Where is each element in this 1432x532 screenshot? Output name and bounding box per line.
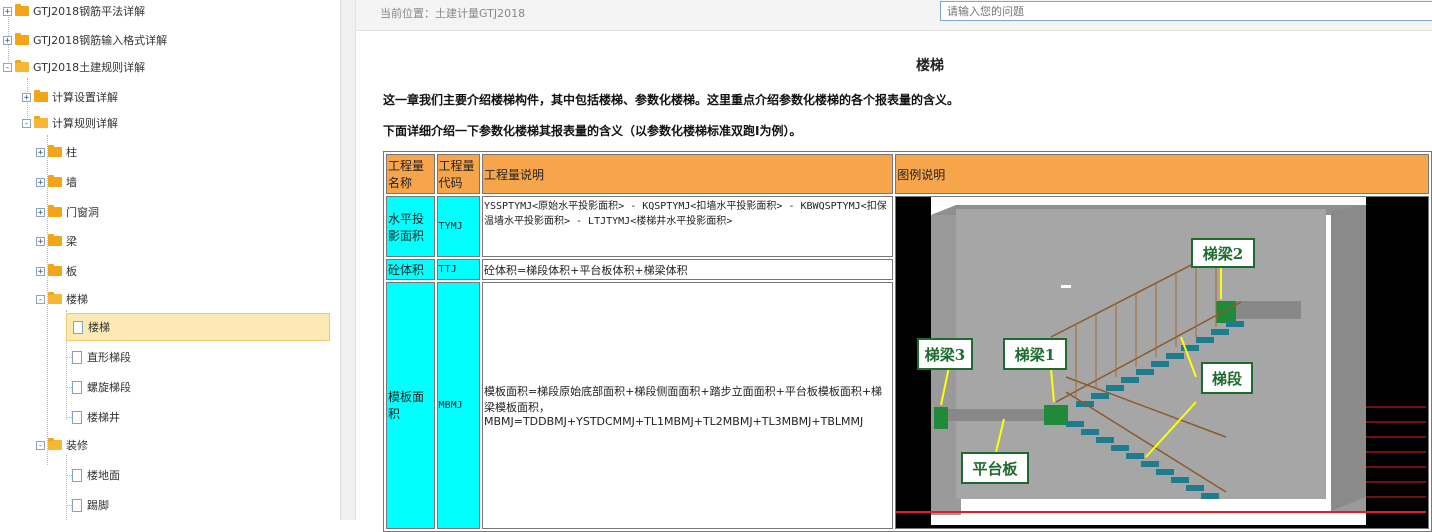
folder-open-icon: [48, 292, 62, 304]
tree-item-calc-rules[interactable]: - 计算规则详解: [22, 112, 118, 134]
column-header: 工程量说明: [481, 154, 894, 194]
expand-toggle-icon[interactable]: +: [3, 35, 12, 45]
expand-toggle-icon[interactable]: +: [36, 147, 45, 157]
tree-item-label: 装修: [66, 439, 88, 452]
tree-item-label: 踢脚: [87, 499, 109, 512]
tree-item-slab[interactable]: + 板: [36, 260, 77, 282]
tree-item-label: 楼地面: [87, 469, 120, 482]
tree-item-label: 计算设置详解: [52, 91, 118, 104]
collapse-toggle-icon[interactable]: -: [3, 62, 12, 72]
tree-item-label: 门窗洞: [66, 206, 99, 219]
tree-item-label: GTJ2018钢筋平法详解: [33, 5, 146, 18]
tree-item-label: 梁: [66, 235, 77, 248]
tree-item-gtj2018-rebar-input[interactable]: + GTJ2018钢筋输入格式详解: [3, 29, 167, 51]
tree-item-label: 楼梯: [66, 293, 88, 306]
expand-toggle-icon[interactable]: +: [36, 236, 45, 246]
quantity-desc-cell: 模板面积=梯段原始底部面积+梯段侧面面积+踏步立面面积+平台板模板面积+梯梁模板…: [481, 281, 894, 529]
quantity-table: 工程量名称 工程量代码 工程量说明 图例说明 水平投影面积 TYMJ YSSPT…: [383, 151, 1432, 532]
collapse-toggle-icon[interactable]: -: [36, 440, 45, 450]
tree-item-beam[interactable]: + 梁: [36, 230, 77, 252]
tree-item-label: 板: [66, 265, 77, 278]
quantity-code-cell: MBMJ: [436, 281, 480, 529]
page-title: 楼梯: [916, 58, 944, 74]
tree-item-label: GTJ2018钢筋输入格式详解: [33, 34, 168, 47]
quantity-desc-cell: 砼体积=梯段体积+平台板体积+梯梁体积: [481, 259, 894, 280]
folder-open-icon: [15, 60, 29, 72]
tree-item-label: 螺旋梯段: [87, 381, 131, 394]
folder-icon: [48, 175, 62, 187]
tree-item-label: 直形梯段: [87, 351, 131, 364]
tree-item-wall[interactable]: + 墙: [36, 171, 77, 193]
tree-item-label: 柱: [66, 146, 77, 159]
intro-paragraph: 这一章我们主要介绍楼梯构件，其中包括楼梯、参数化楼梯。这里重点介绍参数化楼梯的各…: [383, 93, 960, 107]
tree-item-gtj2018-rebar-flat[interactable]: + GTJ2018钢筋平法详解: [3, 0, 145, 22]
tree-item-floor[interactable]: 楼地面: [72, 464, 120, 486]
beam1-label: 梯梁1: [1015, 346, 1055, 364]
folder-icon: [48, 205, 62, 217]
document-icon: [72, 380, 82, 394]
folder-icon: [15, 4, 29, 16]
folder-open-icon: [34, 116, 48, 128]
search-input[interactable]: [940, 1, 1432, 21]
folder-icon: [15, 33, 29, 45]
tree-item-calc-settings[interactable]: + 计算设置详解: [22, 86, 118, 108]
quantity-name-cell: 模板面积: [386, 281, 435, 529]
column-header: 工程量名称: [386, 154, 435, 194]
document-icon: [72, 350, 82, 364]
expand-toggle-icon[interactable]: +: [36, 266, 45, 276]
folder-icon: [48, 264, 62, 276]
top-bar: 当前位置：土建计量GTJ2018: [356, 0, 1432, 31]
tree-item-label: 楼梯: [88, 321, 110, 334]
figure-cell: 梯梁2 梯梁3 梯梁1 梯段 平台板: [895, 196, 1429, 529]
sidebar-tree: + GTJ2018钢筋平法详解 + GTJ2018钢筋输入格式详解 - GTJ2…: [0, 0, 341, 520]
main-content: 楼梯 这一章我们主要介绍楼梯构件，其中包括楼梯、参数化楼梯。这里重点介绍参数化楼…: [356, 31, 1432, 532]
tree-item-column[interactable]: + 柱: [36, 141, 77, 163]
tree-item-label: 墙: [66, 176, 77, 189]
beam3-label: 梯梁3: [925, 346, 965, 364]
sidebar-scrollbar[interactable]: [341, 0, 356, 520]
table-row: 水平投影面积 TYMJ YSSPTYMJ<原始水平投影面积> - KQSPTYM…: [386, 196, 1429, 529]
tree-item-skirting[interactable]: 踢脚: [72, 494, 109, 516]
platform-label: 平台板: [973, 460, 1019, 478]
collapse-toggle-icon[interactable]: -: [36, 294, 45, 304]
collapse-toggle-icon[interactable]: -: [22, 118, 31, 128]
document-icon: [72, 468, 82, 482]
tree-item-finishing[interactable]: - 装修: [36, 434, 88, 456]
tree-item-door-window[interactable]: + 门窗洞: [36, 201, 99, 223]
expand-toggle-icon[interactable]: +: [22, 92, 31, 102]
breadcrumb: 当前位置：土建计量GTJ2018: [380, 7, 526, 20]
column-header: 工程量代码: [436, 154, 480, 194]
folder-open-icon: [48, 438, 62, 450]
document-icon: [72, 410, 82, 424]
quantity-desc-cell: YSSPTYMJ<原始水平投影面积> - KQSPTYMJ<扣墙水平投影面积> …: [481, 196, 894, 258]
folder-icon: [48, 234, 62, 246]
tree-item-straight-flight[interactable]: 直形梯段: [72, 346, 131, 368]
table-header-row: 工程量名称 工程量代码 工程量说明 图例说明: [386, 154, 1429, 194]
stair-3d-figure: 梯梁2 梯梁3 梯梁1 梯段 平台板: [896, 197, 1427, 525]
expand-toggle-icon[interactable]: +: [3, 6, 12, 16]
tree-item-label: GTJ2018土建规则详解: [33, 61, 146, 74]
quantity-name-cell: 水平投影面积: [386, 196, 435, 258]
intro-paragraph-2: 下面详细介绍一下参数化楼梯其报表量的含义（以参数化楼梯标准双跑I为例）。: [383, 124, 802, 138]
document-icon: [73, 320, 83, 334]
quantity-code-cell: TTJ: [436, 259, 480, 280]
tree-item-label: 楼梯井: [87, 411, 120, 424]
folder-icon: [48, 145, 62, 157]
tree-item-gtj2018-civil-rules[interactable]: - GTJ2018土建规则详解: [3, 56, 145, 78]
beam2-label: 梯梁2: [1203, 245, 1243, 263]
tree-item-stairwell[interactable]: 楼梯井: [72, 406, 120, 428]
tree-item-spiral-flight[interactable]: 螺旋梯段: [72, 376, 131, 398]
document-icon: [72, 498, 82, 512]
column-header: 图例说明: [895, 154, 1429, 194]
tree-item-label: 计算规则详解: [52, 117, 118, 130]
tree-item-stairs-folder[interactable]: - 楼梯: [36, 288, 88, 310]
quantity-code-cell: TYMJ: [436, 196, 480, 258]
folder-icon: [34, 90, 48, 102]
quantity-name-cell: 砼体积: [386, 259, 435, 280]
expand-toggle-icon[interactable]: +: [36, 177, 45, 187]
flight-label: 梯段: [1212, 370, 1242, 388]
expand-toggle-icon[interactable]: +: [36, 207, 45, 217]
tree-item-stairs[interactable]: 楼梯: [66, 313, 330, 341]
